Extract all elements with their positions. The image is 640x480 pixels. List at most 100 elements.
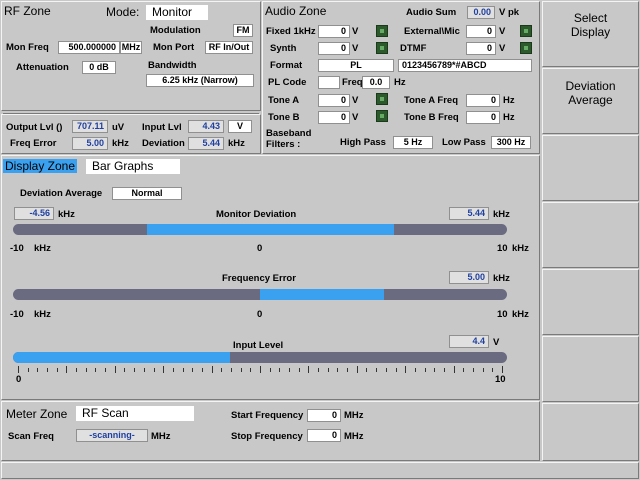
tone-b-freq-field[interactable]: 0 (466, 111, 500, 124)
tone-b-label: Tone B (268, 112, 300, 123)
display-zone-title[interactable]: Display Zone (3, 159, 78, 173)
display-view-field[interactable]: Bar Graphs (86, 159, 180, 174)
tone-a-enable-toggle[interactable] (376, 93, 388, 105)
input-level-tick (502, 366, 503, 373)
mon-freq-field[interactable]: 500.000000 (58, 41, 120, 54)
freq-unit: Hz (394, 77, 406, 88)
fixed1k-enable-toggle[interactable] (376, 25, 388, 37)
frequency-error-right-unit: kHz (493, 273, 510, 284)
softkey-6[interactable] (542, 336, 639, 402)
format-field[interactable]: PL (318, 59, 394, 72)
monitor-deviation-left-unit: kHz (58, 209, 75, 220)
freq-error-label: Freq Error (10, 138, 57, 149)
select-display-line2: Display (570, 25, 611, 39)
monitor-deviation-scale-max: 10 (497, 243, 508, 254)
input-level-tick (47, 368, 49, 372)
softkey-5[interactable] (542, 269, 639, 335)
tone-a-field[interactable]: 0 (318, 94, 350, 107)
input-level-fill (13, 352, 231, 363)
start-frequency-field[interactable]: 0 (307, 409, 341, 422)
status-bar (1, 462, 639, 479)
audio-zone-title[interactable]: Audio Zone (265, 4, 326, 18)
freq-field[interactable]: 0.0 (362, 76, 390, 89)
input-level-tick (27, 368, 29, 372)
frequency-error-right-value: 5.00 (449, 271, 489, 284)
input-level-tick (85, 368, 87, 372)
input-level-tick (182, 368, 184, 372)
mode-field[interactable]: Monitor (146, 5, 208, 20)
input-level-tick (240, 368, 242, 372)
monitor-deviation-title: Monitor Deviation (216, 209, 297, 220)
tone-a-freq-field[interactable]: 0 (466, 94, 500, 107)
softkey-4[interactable] (542, 202, 639, 268)
dtmf-field[interactable]: 0 (466, 42, 496, 55)
dtmf-label: DTMF (400, 43, 427, 54)
deviation-average-field[interactable]: Normal (112, 187, 182, 200)
input-lvl-unit[interactable]: V (228, 120, 252, 133)
stop-frequency-field[interactable]: 0 (307, 429, 341, 442)
softkey-3[interactable] (542, 135, 639, 201)
attenuation-field[interactable]: 0 dB (82, 61, 116, 74)
input-level-title: Input Level (233, 340, 284, 351)
input-level-tick (76, 368, 78, 372)
external-enable-toggle[interactable] (520, 25, 532, 37)
input-level-tick (192, 368, 194, 372)
input-level-scale-max: 10 (495, 374, 506, 385)
output-lvl-label: Output Lvl () (6, 122, 63, 133)
audio-sum-label: Audio Sum (406, 7, 457, 18)
monitor-deviation-scale-unit-right: kHz (512, 243, 529, 254)
synth-field[interactable]: 0 (318, 42, 350, 55)
select-display-softkey[interactable]: Select Display (542, 1, 639, 67)
mon-port-field[interactable]: RF In/Out (205, 41, 253, 54)
pl-code-field[interactable] (318, 76, 340, 89)
baseband-label-1: Baseband (266, 128, 312, 139)
frequency-error-scale-max: 10 (497, 309, 508, 320)
external-field[interactable]: 0 (466, 25, 496, 38)
input-level-tick (318, 368, 320, 372)
input-level-right-value: 4.4 (449, 335, 489, 348)
tone-b-unit: V (352, 112, 359, 123)
input-level-ticks (18, 366, 503, 374)
low-pass-field[interactable]: 300 Hz (491, 136, 531, 149)
synth-enable-toggle[interactable] (376, 42, 388, 54)
tone-b-field[interactable]: 0 (318, 111, 350, 124)
external-label: External\Mic (404, 26, 460, 37)
input-level-tick (172, 368, 174, 372)
input-level-tick (443, 368, 445, 372)
deviation-average-label: Deviation Average (20, 188, 103, 199)
start-frequency-label: Start Frequency (231, 410, 304, 421)
input-level-tick (327, 368, 329, 372)
tone-a-freq-label: Tone A Freq (404, 95, 459, 106)
input-level-tick (95, 368, 97, 372)
fixed1k-field[interactable]: 0 (318, 25, 350, 38)
tone-b-enable-toggle[interactable] (376, 110, 388, 122)
input-level-tick (347, 368, 349, 372)
bandwidth-label: Bandwidth (148, 60, 197, 71)
softkey-7[interactable] (542, 403, 639, 461)
meter-view-field[interactable]: RF Scan (76, 406, 194, 421)
mon-freq-unit[interactable]: MHz (120, 41, 142, 54)
deviation-average-softkey[interactable]: Deviation Average (542, 68, 639, 134)
input-level-tick (453, 366, 455, 373)
input-level-bar (13, 352, 507, 363)
high-pass-field[interactable]: 5 Hz (393, 136, 433, 149)
tone-a-freq-unit: Hz (503, 95, 515, 106)
input-level-tick (163, 366, 165, 373)
mon-port-label: Mon Port (153, 42, 195, 53)
input-level-tick (279, 368, 281, 372)
input-level-tick (298, 368, 300, 372)
bandwidth-field[interactable]: 6.25 kHz (Narrow) (146, 74, 254, 87)
deviation-label: Deviation (142, 138, 185, 149)
dtmf-string-field[interactable]: 0123456789*#ABCD (398, 59, 532, 72)
frequency-error-scale-min: -10 (10, 309, 24, 320)
deviation-average-line1: Deviation (565, 79, 616, 93)
input-level-tick (143, 368, 145, 372)
monitor-deviation-fill (147, 224, 395, 235)
modulation-field[interactable]: FM (233, 24, 253, 37)
meter-zone-title[interactable]: Meter Zone (6, 407, 67, 421)
monitor-deviation-right-unit: kHz (493, 209, 510, 220)
rf-zone-title[interactable]: RF Zone (4, 4, 51, 18)
dtmf-enable-toggle[interactable] (520, 42, 532, 54)
attenuation-label: Attenuation (16, 62, 69, 73)
high-pass-label: High Pass (340, 137, 386, 148)
